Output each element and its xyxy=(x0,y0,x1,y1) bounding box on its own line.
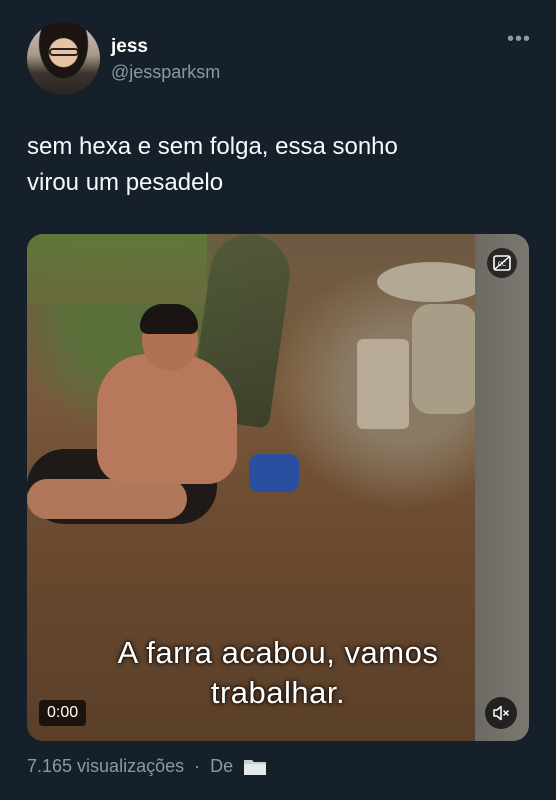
closed-captions-icon[interactable]: CC xyxy=(487,248,517,278)
video-scene-person-leg xyxy=(27,479,187,519)
video-subtitle-line-1: A farra acabou, vamos xyxy=(117,635,439,670)
author-handle[interactable]: @jessparksm xyxy=(111,62,220,83)
svg-text:CC: CC xyxy=(498,261,506,268)
folder-icon[interactable] xyxy=(243,757,267,777)
video-scene-person-body xyxy=(97,354,237,484)
view-count: 7.165 visualizações xyxy=(27,756,185,776)
video-scene-basin xyxy=(377,262,487,302)
tweet-meta: 7.165 visualizações · De xyxy=(27,756,267,777)
video-subtitle-line-2: trabalhar. xyxy=(210,675,346,710)
speaker-muted-icon[interactable] xyxy=(485,697,517,729)
video-scene-shoes xyxy=(249,454,299,492)
video-timestamp: 0:00 xyxy=(39,700,87,726)
video-scene-grass xyxy=(27,234,207,304)
avatar-glasses xyxy=(49,48,79,56)
source-label: De xyxy=(210,756,234,776)
tweet-text: sem hexa e sem folga, essa sonho virou u… xyxy=(27,129,527,201)
meta-separator: · xyxy=(194,756,201,776)
video-scene-person-hair xyxy=(140,304,198,334)
avatar[interactable] xyxy=(27,22,100,95)
video-scene-pipe xyxy=(357,339,409,429)
tweet-header: jess @jessparksm ••• xyxy=(27,22,532,96)
author-name[interactable]: jess xyxy=(111,36,148,58)
tweet-text-line-1: sem hexa e sem folga, essa sonho xyxy=(27,133,398,160)
video-player[interactable]: A farra acabou, vamos trabalhar. CC 0:00 xyxy=(27,234,529,741)
tweet-text-line-2: virou um pesadelo xyxy=(27,169,224,196)
video-scene-basin-stack xyxy=(412,304,477,414)
more-options-icon[interactable]: ••• xyxy=(506,29,532,52)
